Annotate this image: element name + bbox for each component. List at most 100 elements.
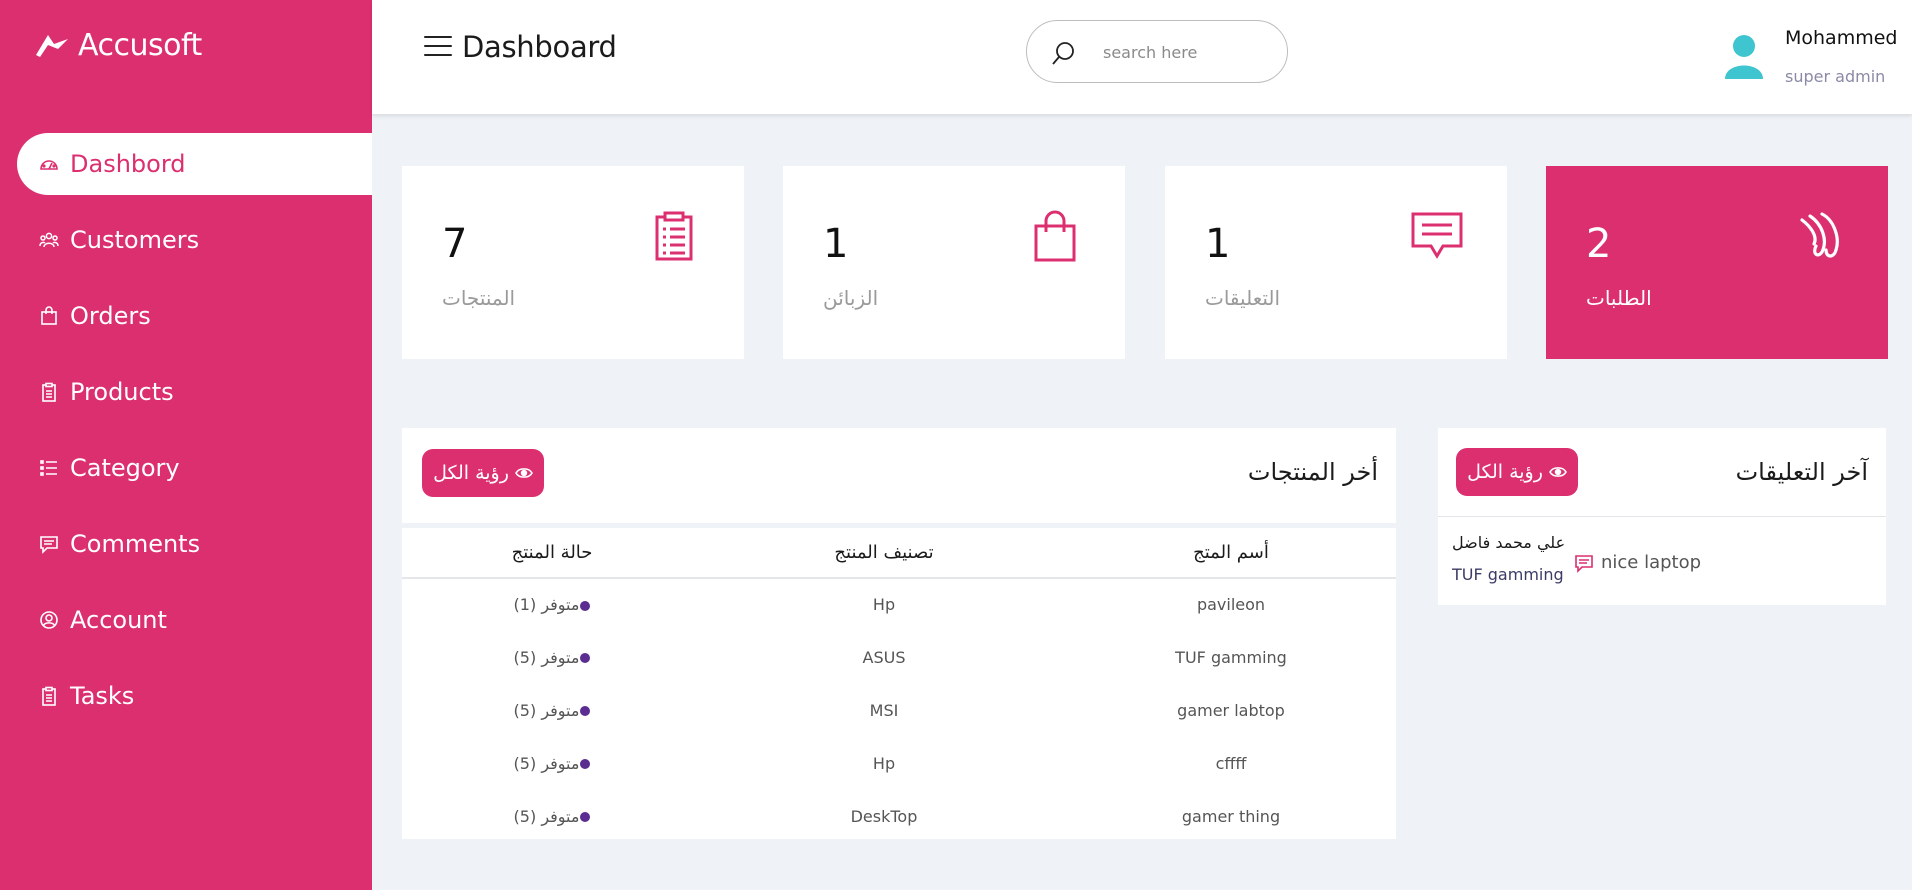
users-icon bbox=[38, 229, 60, 251]
view-all-label: رؤية الكل bbox=[433, 462, 509, 484]
latest-comments-panel: آخر التعليقات رؤية الكل علي محمد فاضل TU… bbox=[1438, 428, 1886, 605]
comment-icon bbox=[1575, 554, 1593, 573]
name-cell: cffff bbox=[1215, 753, 1247, 773]
comment-body: nice laptop bbox=[1601, 552, 1702, 573]
sidebar-item-tasks[interactable]: Tasks bbox=[0, 665, 372, 727]
stat-value: 2 bbox=[1586, 221, 1612, 267]
sidebar-item-label: Dashbord bbox=[70, 150, 186, 178]
category-cell: ASUS bbox=[862, 647, 906, 667]
stat-label: الطلبات bbox=[1586, 286, 1652, 310]
category-cell: DeskTop bbox=[850, 806, 918, 826]
sidebar-item-products[interactable]: Products bbox=[0, 361, 372, 423]
status-dot bbox=[580, 653, 591, 663]
brand-logo[interactable]: Accusoft bbox=[34, 28, 202, 63]
stat-card-customers[interactable]: 1 الزبائن bbox=[783, 166, 1125, 359]
sidebar-item-label: Account bbox=[70, 606, 167, 634]
clipboard-icon bbox=[38, 685, 60, 707]
divider bbox=[1438, 516, 1886, 517]
sidebar-item-account[interactable]: Account bbox=[0, 589, 372, 651]
panel-title: آخر التعليقات bbox=[1735, 458, 1868, 486]
comment-icon bbox=[38, 533, 60, 555]
latest-products-panel: أخر المنتجات رؤية الكل حالة المنتج تصنيف… bbox=[402, 428, 1396, 839]
status-text: متوفر (5) bbox=[513, 806, 580, 826]
table-row[interactable]: متوفر (1) Hp pavileon bbox=[402, 578, 1396, 631]
page-title: Dashboard bbox=[462, 30, 617, 64]
user-circle-icon bbox=[38, 609, 60, 631]
user-role: super admin bbox=[1785, 67, 1886, 86]
stat-label: الزبائن bbox=[823, 286, 879, 310]
view-all-comments-button[interactable]: رؤية الكل bbox=[1456, 448, 1578, 496]
stat-card-products[interactable]: 7 المنتجات bbox=[402, 166, 744, 359]
name-cell: TUF gamming bbox=[1175, 647, 1287, 667]
sidebar-item-customers[interactable]: Customers bbox=[0, 209, 372, 271]
sidebar: Accusoft Dashbord Customers Orders Produ… bbox=[0, 0, 372, 890]
table-row[interactable]: متوفر (5) Hp cffff bbox=[402, 737, 1396, 790]
table-row[interactable]: متوفر (5) DeskTop gamer thing bbox=[402, 790, 1396, 843]
comment-text: nice laptop bbox=[1574, 552, 1701, 573]
wave-icon bbox=[1800, 212, 1839, 258]
clipboard-icon bbox=[38, 381, 60, 403]
name-cell: pavileon bbox=[1196, 595, 1266, 614]
search-box[interactable] bbox=[1026, 20, 1288, 83]
shopping-bag-icon bbox=[38, 305, 60, 327]
table-row[interactable]: متوفر (5) ASUS TUF gamming bbox=[402, 631, 1396, 684]
sidebar-item-category[interactable]: Category bbox=[0, 437, 372, 499]
column-header-name: أسم المتج bbox=[1193, 541, 1269, 563]
stat-value: 7 bbox=[442, 221, 468, 267]
search-icon bbox=[1052, 42, 1074, 65]
hamburger-menu-icon[interactable] bbox=[424, 36, 452, 58]
sidebar-item-label: Orders bbox=[70, 302, 151, 330]
status-cell: متوفر (1) bbox=[402, 578, 702, 631]
top-header: Dashboard Mohammed super admin bbox=[372, 0, 1912, 114]
comment-author: علي محمد فاضل bbox=[1452, 533, 1566, 552]
table-row[interactable]: متوفر (5) MSI gamer labtop bbox=[402, 684, 1396, 737]
products-table: حالة المنتج تصنيف المنتج أسم المتج متوفر… bbox=[402, 523, 1396, 843]
category-cell: Hp bbox=[872, 753, 896, 773]
stat-value: 1 bbox=[823, 221, 849, 267]
stat-label: المنتجات bbox=[442, 286, 516, 310]
status-cell: متوفر (5) bbox=[402, 631, 702, 684]
brand-name: Accusoft bbox=[78, 28, 202, 63]
sidebar-item-label: Tasks bbox=[70, 682, 135, 710]
sidebar-item-label: Customers bbox=[70, 226, 200, 254]
stat-value: 1 bbox=[1205, 221, 1231, 267]
status-dot bbox=[580, 706, 591, 716]
sidebar-item-comments[interactable]: Comments bbox=[0, 513, 372, 575]
list-icon bbox=[38, 457, 60, 479]
comment-product-link[interactable]: TUF gamming bbox=[1452, 565, 1564, 584]
comment-icon bbox=[1411, 212, 1463, 259]
status-text: متوفر (5) bbox=[513, 753, 580, 773]
status-cell: متوفر (5) bbox=[402, 684, 702, 737]
avatar[interactable] bbox=[1722, 33, 1766, 79]
user-name[interactable]: Mohammed bbox=[1785, 27, 1897, 49]
panel-title: أخر المنتجات bbox=[1247, 458, 1378, 486]
eye-icon bbox=[1549, 467, 1567, 477]
view-all-label: رؤية الكل bbox=[1467, 461, 1543, 483]
sidebar-item-dashboard[interactable]: Dashbord bbox=[17, 133, 372, 195]
sidebar-item-label: Category bbox=[70, 454, 180, 482]
shopping-bag-icon bbox=[1034, 210, 1076, 262]
column-header-status: حالة المنتج bbox=[511, 541, 593, 563]
category-cell: Hp bbox=[872, 595, 896, 614]
stat-card-orders[interactable]: 2 الطلبات bbox=[1546, 166, 1888, 359]
eye-icon bbox=[515, 468, 533, 478]
sidebar-item-label: Comments bbox=[70, 530, 201, 558]
status-dot bbox=[580, 600, 591, 611]
status-text: متوفر (5) bbox=[513, 700, 580, 720]
name-cell: gamer thing bbox=[1181, 806, 1281, 826]
table-header-row: حالة المنتج تصنيف المنتج أسم المتج bbox=[402, 525, 1396, 578]
status-cell: متوفر (5) bbox=[402, 790, 702, 843]
column-header-category: تصنيف المنتج bbox=[834, 541, 934, 563]
view-all-products-button[interactable]: رؤية الكل bbox=[422, 449, 544, 497]
clipboard-list-icon bbox=[655, 211, 693, 261]
sidebar-item-label: Products bbox=[70, 378, 174, 406]
status-text: متوفر (1) bbox=[513, 595, 580, 614]
stat-card-comments[interactable]: 1 التعليقات bbox=[1165, 166, 1507, 359]
sidebar-item-orders[interactable]: Orders bbox=[0, 285, 372, 347]
dashboard-gauge-icon bbox=[38, 153, 60, 175]
status-dot bbox=[580, 759, 591, 769]
status-cell: متوفر (5) bbox=[402, 737, 702, 790]
logo-icon bbox=[36, 34, 68, 57]
sidebar-nav: Dashbord Customers Orders Products Categ… bbox=[0, 133, 372, 741]
search-input[interactable] bbox=[1103, 39, 1273, 65]
